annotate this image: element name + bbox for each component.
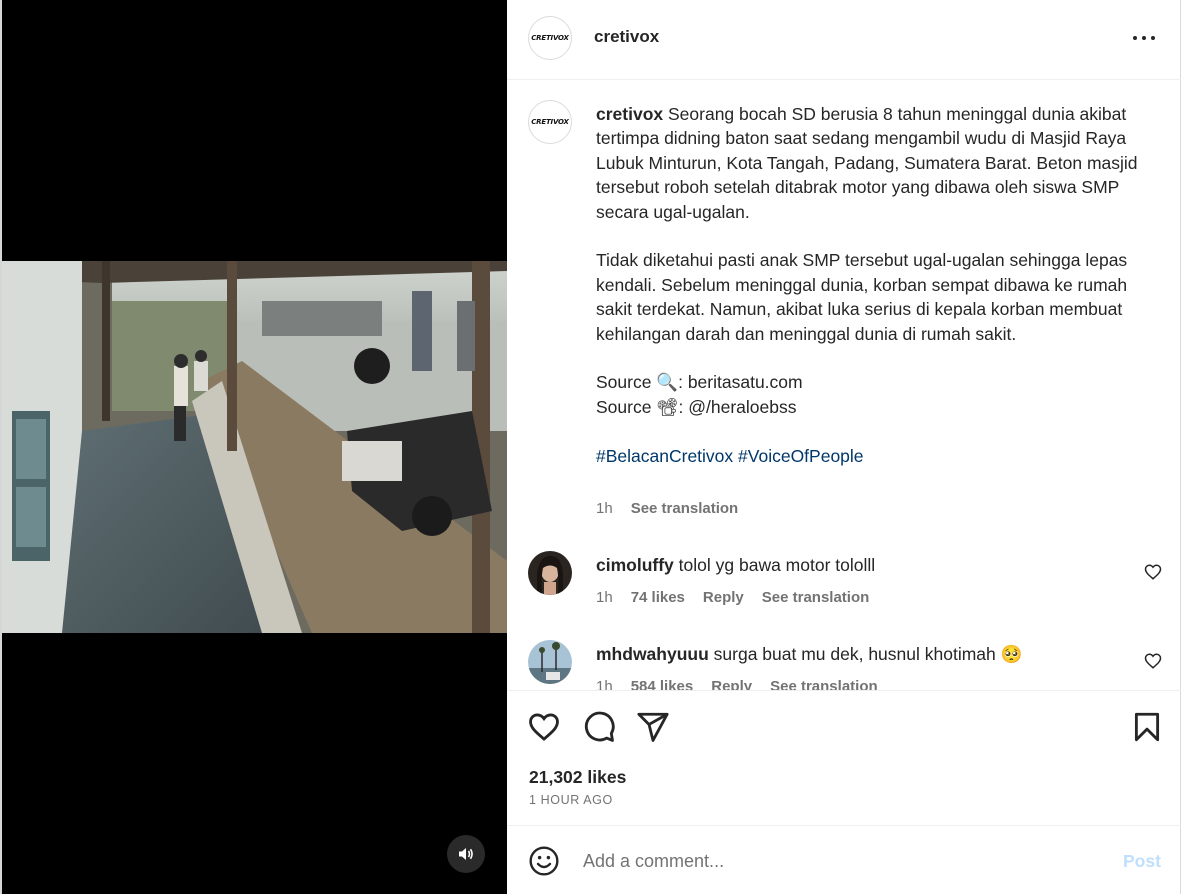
comment-time[interactable]: 1h: [596, 678, 613, 690]
avatar-logo-text: CRETIVOX: [531, 118, 569, 126]
comment-reply[interactable]: Reply: [711, 678, 752, 690]
bookmark-icon[interactable]: [1130, 710, 1164, 744]
comment-see-translation[interactable]: See translation: [762, 589, 870, 606]
caption-paragraph-1: Seorang bocah SD berusia 8 tahun meningg…: [596, 104, 1138, 222]
caption-time[interactable]: 1h: [596, 500, 613, 517]
more-dot: [1151, 36, 1155, 40]
caption-paragraph-2: Tidak diketahui pasti anak SMP tersebut …: [596, 250, 1128, 344]
more-dot: [1142, 36, 1146, 40]
user-photo: [528, 640, 572, 684]
hashtag-link[interactable]: #VoiceOfPeople: [738, 446, 864, 466]
comment-meta: 1h 74 likes Reply See translation: [596, 589, 887, 606]
comment-username[interactable]: mhdwahyuuu: [596, 644, 709, 664]
comment-text: surga buat mu dek, husnul khotimah 🥺: [713, 644, 1023, 664]
comment-see-translation[interactable]: See translation: [770, 678, 878, 690]
comment-body: cimoluffy tolol yg bawa motor tololll: [596, 553, 1116, 577]
video-player[interactable]: [2, 261, 507, 633]
comment-heart-icon[interactable]: [1144, 652, 1162, 670]
post-media[interactable]: [0, 0, 507, 894]
more-options-icon[interactable]: [1130, 28, 1158, 48]
comment-text: tolol yg bawa motor tololll: [678, 555, 876, 575]
hashtag-link[interactable]: #BelacanCretivox: [596, 446, 733, 466]
comment-avatar[interactable]: [528, 551, 572, 595]
comments-scroll-area[interactable]: CRETIVOX cretivox Seorang bocah SD berus…: [507, 81, 1181, 690]
post-header: CRETIVOX cretivox: [507, 0, 1181, 80]
caption-source-2: Source 📽: @/heraloebss: [596, 396, 797, 417]
post-timestamp[interactable]: 1 HOUR AGO: [529, 793, 613, 807]
volume-icon: [459, 848, 473, 860]
author-username[interactable]: cretivox: [594, 27, 659, 47]
comment-icon[interactable]: [582, 710, 616, 744]
more-dot: [1133, 36, 1137, 40]
comment-heart-icon[interactable]: [1144, 563, 1162, 581]
caption-author-avatar[interactable]: CRETIVOX: [528, 100, 572, 144]
heart-icon[interactable]: [527, 710, 561, 744]
post-caption: cretivox Seorang bocah SD berusia 8 tahu…: [596, 102, 1156, 468]
user-photo: [528, 551, 572, 595]
likes-count[interactable]: 21,302 likes: [529, 767, 626, 788]
author-avatar[interactable]: CRETIVOX: [528, 16, 572, 60]
mute-toggle-button[interactable]: [447, 835, 485, 873]
comment-username[interactable]: cimoluffy: [596, 555, 674, 575]
post-comment-button[interactable]: Post: [1123, 851, 1161, 872]
comment-body: mhdwahyuuu surga buat mu dek, husnul kho…: [596, 642, 1116, 666]
comment-time[interactable]: 1h: [596, 589, 613, 606]
cctv-frame-illustration: [2, 261, 507, 633]
comment-likes[interactable]: 74 likes: [631, 589, 685, 606]
caption-source-1: Source 🔍: beritasatu.com: [596, 372, 803, 393]
comment-reply[interactable]: Reply: [703, 589, 744, 606]
comment-likes[interactable]: 584 likes: [631, 678, 694, 690]
caption-see-translation[interactable]: See translation: [631, 500, 739, 517]
post-actions: 21,302 likes 1 HOUR AGO: [507, 690, 1181, 825]
caption-username[interactable]: cretivox: [596, 104, 663, 124]
emoji-icon[interactable]: [528, 845, 560, 877]
post-panel: CRETIVOX cretivox CRETIVOX cretivox Seor…: [507, 0, 1181, 894]
avatar-logo-text: CRETIVOX: [531, 34, 569, 42]
comment-meta: 1h 584 likes Reply See translation: [596, 678, 896, 690]
caption-meta: 1h See translation: [596, 500, 756, 517]
add-comment-bar: Post: [507, 825, 1181, 894]
send-icon[interactable]: [636, 710, 670, 744]
comment-input[interactable]: [583, 848, 1103, 874]
comment-avatar[interactable]: [528, 640, 572, 684]
